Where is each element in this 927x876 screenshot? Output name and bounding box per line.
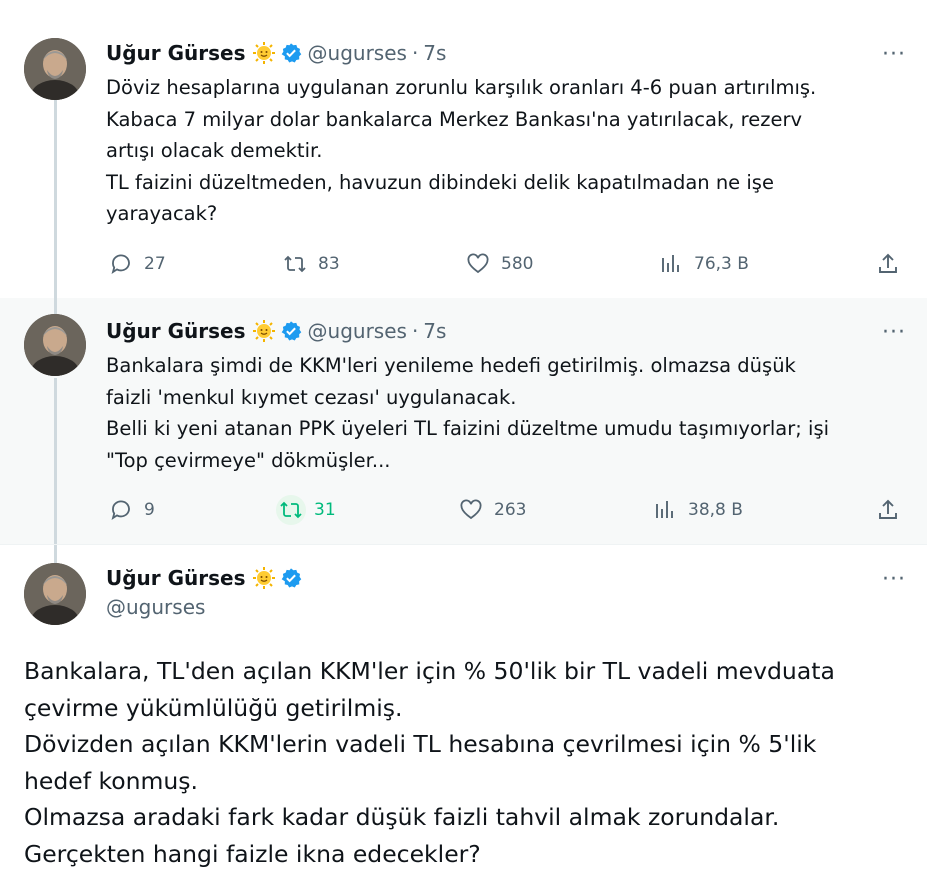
share-button[interactable] xyxy=(873,246,903,282)
more-icon: ··· xyxy=(882,566,906,592)
tweet-text: Bankalara, TL'den açılan KKM'ler için % … xyxy=(24,653,904,872)
reply-count: 9 xyxy=(144,500,155,520)
sun-emoji-icon xyxy=(252,41,276,65)
tweet-text-line: artışı olacak demektir. xyxy=(106,139,323,162)
thread-line xyxy=(54,378,57,544)
sun-emoji-icon xyxy=(252,319,276,343)
more-icon: ··· xyxy=(882,319,906,345)
views-chart-icon xyxy=(656,249,686,279)
tweet-text-line: Döviz hesaplarına uygulanan zorunlu karş… xyxy=(106,76,817,99)
tweet-header: Uğur Gürses xyxy=(106,563,302,593)
more-options-button[interactable]: ··· xyxy=(879,564,909,594)
reply-button[interactable]: 27 xyxy=(106,246,166,282)
tweet-text-line: Olmazsa aradaki fark kadar düşük faizli … xyxy=(24,803,780,831)
verified-badge-icon xyxy=(280,567,302,589)
tweet-text-line: hedef konmuş. xyxy=(24,766,199,795)
avatar[interactable] xyxy=(24,38,86,100)
tweet-text-line: Dövizden açılan KKM'lerin vadeli TL hesa… xyxy=(24,730,817,758)
avatar[interactable] xyxy=(24,314,86,376)
tweet-text-line: çevirme yükümlülüğü getirilmiş. xyxy=(24,693,403,722)
tweet-1[interactable]: Uğur Gürses @ugurses · 7s ··· Döviz hesa… xyxy=(0,0,927,298)
more-options-button[interactable]: ··· xyxy=(879,317,909,347)
share-icon xyxy=(873,495,903,525)
tweet-text-line: TL faizini düzeltmeden, havuzun dibindek… xyxy=(106,170,774,194)
time-separator: · xyxy=(411,319,419,343)
tweet-time[interactable]: 7s xyxy=(423,41,446,65)
retweet-count: 31 xyxy=(314,500,336,520)
retweet-count: 83 xyxy=(318,254,340,274)
tweet-text-line: Bankalara, TL'den açılan KKM'ler için % … xyxy=(24,657,835,685)
tweet-text-line: Belli ki yeni atanan PPK üyeleri TL faiz… xyxy=(106,417,830,440)
thread-line xyxy=(54,545,57,563)
share-icon xyxy=(873,249,903,279)
tweet-time[interactable]: 7s xyxy=(423,319,446,343)
tweet-3-focused[interactable]: Uğur Gürses @ugurses ··· Bankalara, TL'd… xyxy=(0,544,927,876)
tweet-2[interactable]: Uğur Gürses @ugurses · 7s ··· Bankalara … xyxy=(0,298,927,544)
views-button[interactable]: 76,3 B xyxy=(656,246,749,282)
tweet-text-line: yarayacak? xyxy=(106,202,218,225)
tweet-actions: 9 31 263 38,8 B xyxy=(106,492,903,528)
tweet-text-line: faizli 'menkul kıymet cezası' uygulanaca… xyxy=(106,385,517,409)
more-options-button[interactable]: ··· xyxy=(879,39,909,69)
time-separator: · xyxy=(411,41,419,65)
tweet-actions: 27 83 580 76,3 B xyxy=(106,246,903,282)
author-name[interactable]: Uğur Gürses xyxy=(106,41,246,65)
reply-icon xyxy=(106,249,136,279)
more-icon: ··· xyxy=(882,41,906,67)
views-button[interactable]: 38,8 B xyxy=(650,492,743,528)
tweet-header: Uğur Gürses @ugurses · 7s xyxy=(106,316,446,346)
tweet-text-line: "Top çevirmeye" dökmüşler... xyxy=(106,448,391,472)
tweet-header: Uğur Gürses @ugurses · 7s xyxy=(106,38,446,68)
like-button[interactable]: 263 xyxy=(456,492,526,528)
like-count: 580 xyxy=(501,254,534,274)
thread-line xyxy=(54,100,57,298)
tweet-text: Döviz hesaplarına uygulanan zorunlu karş… xyxy=(106,72,906,230)
tweet-text-line: Kabaca 7 milyar dolar bankalarca Merkez … xyxy=(106,107,803,131)
retweet-icon xyxy=(276,495,306,525)
retweet-icon xyxy=(280,249,310,279)
author-name[interactable]: Uğur Gürses xyxy=(106,566,246,590)
reply-count: 27 xyxy=(144,254,166,274)
views-chart-icon xyxy=(650,495,680,525)
tweet-text-line: Bankalara şimdi de KKM'leri yenileme hed… xyxy=(106,354,796,377)
sun-emoji-icon xyxy=(252,566,276,590)
heart-icon xyxy=(456,495,486,525)
verified-badge-icon xyxy=(280,42,302,64)
views-count: 38,8 B xyxy=(688,500,743,520)
retweet-button[interactable]: 31 xyxy=(276,492,336,528)
like-count: 263 xyxy=(494,500,527,520)
share-button[interactable] xyxy=(873,492,903,528)
reply-button[interactable]: 9 xyxy=(106,492,155,528)
like-button[interactable]: 580 xyxy=(463,246,533,282)
heart-icon xyxy=(463,249,493,279)
author-handle[interactable]: @ugurses xyxy=(308,41,407,65)
author-handle[interactable]: @ugurses xyxy=(106,595,205,619)
author-name[interactable]: Uğur Gürses xyxy=(106,319,246,343)
thread-line xyxy=(54,298,57,314)
tweet-text: Bankalara şimdi de KKM'leri yenileme hed… xyxy=(106,350,906,476)
views-count: 76,3 B xyxy=(694,254,749,274)
retweet-button[interactable]: 83 xyxy=(280,246,340,282)
reply-icon xyxy=(106,495,136,525)
tweet-text-line: Gerçekten hangi faizle ikna edecekler? xyxy=(24,839,481,868)
author-handle[interactable]: @ugurses xyxy=(308,319,407,343)
avatar[interactable] xyxy=(24,563,86,625)
verified-badge-icon xyxy=(280,320,302,342)
